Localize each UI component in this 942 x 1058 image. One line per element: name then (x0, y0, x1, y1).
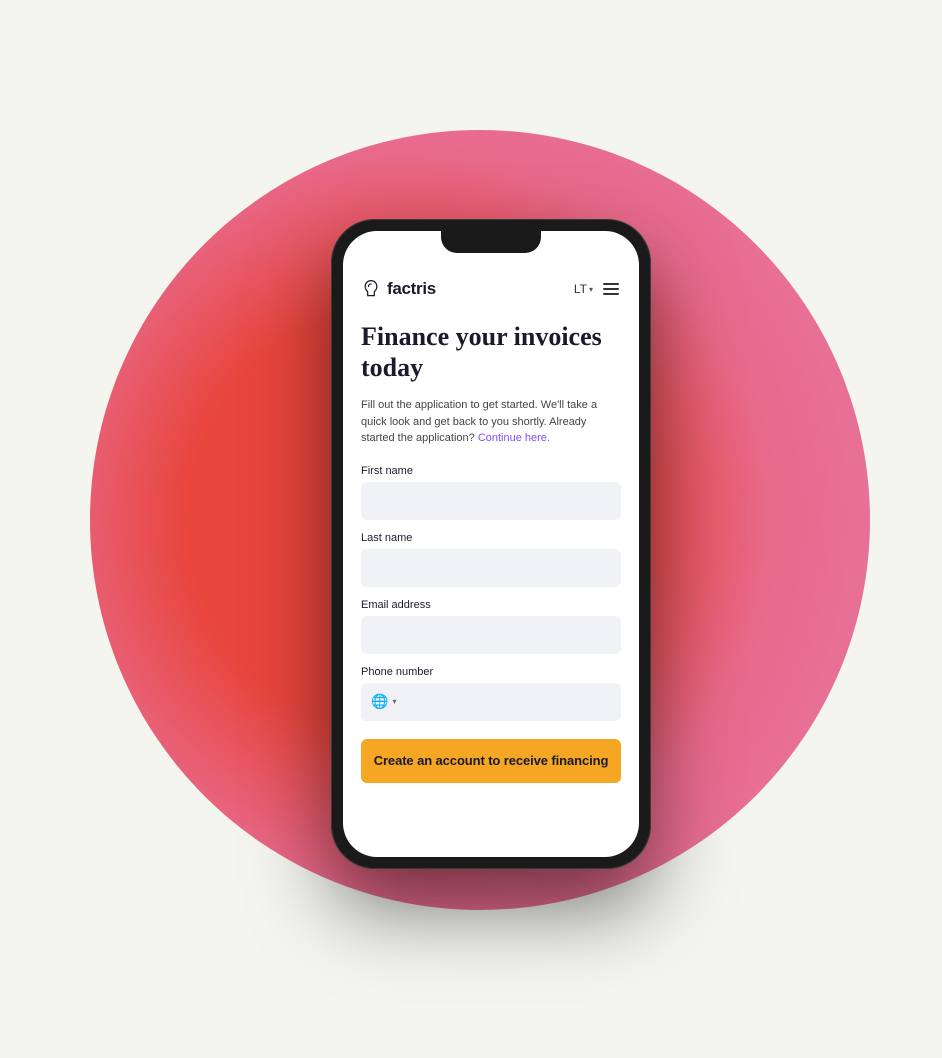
hamburger-line-3 (603, 293, 619, 295)
hamburger-line-1 (603, 283, 619, 285)
screen-content: factris LT ▾ Fi (343, 231, 639, 857)
email-input[interactable] (361, 616, 621, 654)
last-name-input[interactable] (361, 549, 621, 587)
phone-frame: factris LT ▾ Fi (331, 219, 651, 869)
first-name-input[interactable] (361, 482, 621, 520)
phone-notch (441, 231, 541, 253)
logo: factris (361, 279, 436, 299)
email-group: Email address (361, 599, 621, 654)
language-selector[interactable]: LT ▾ (574, 282, 593, 296)
logo-icon (361, 279, 381, 299)
first-name-group: First name (361, 465, 621, 520)
page-title: Finance your invoices today (361, 321, 621, 383)
language-code: LT (574, 282, 587, 296)
logo-text: factris (387, 279, 436, 299)
last-name-group: Last name (361, 532, 621, 587)
hamburger-line-2 (603, 288, 619, 290)
navbar: factris LT ▾ (361, 279, 621, 299)
phone-input-wrapper: 🌐 ▾ (361, 683, 621, 721)
phone-country-dropdown[interactable]: ▾ (392, 697, 396, 706)
continue-link[interactable]: Continue here. (478, 432, 550, 444)
chevron-down-icon: ▾ (589, 285, 593, 294)
phone-flag-icon: 🌐 (371, 693, 388, 710)
email-label: Email address (361, 599, 621, 611)
description-text: Fill out the application to get started.… (361, 397, 621, 447)
phone-label: Phone number (361, 666, 621, 678)
phone-screen: factris LT ▾ Fi (343, 231, 639, 857)
phone-group: Phone number 🌐 ▾ (361, 666, 621, 721)
application-form: First name Last name Email address Phone… (361, 465, 621, 783)
first-name-label: First name (361, 465, 621, 477)
nav-right: LT ▾ (574, 281, 621, 297)
submit-button[interactable]: Create an account to receive financing (361, 739, 621, 783)
hamburger-menu[interactable] (601, 281, 621, 297)
phone-mockup: factris LT ▾ Fi (331, 219, 651, 869)
last-name-label: Last name (361, 532, 621, 544)
